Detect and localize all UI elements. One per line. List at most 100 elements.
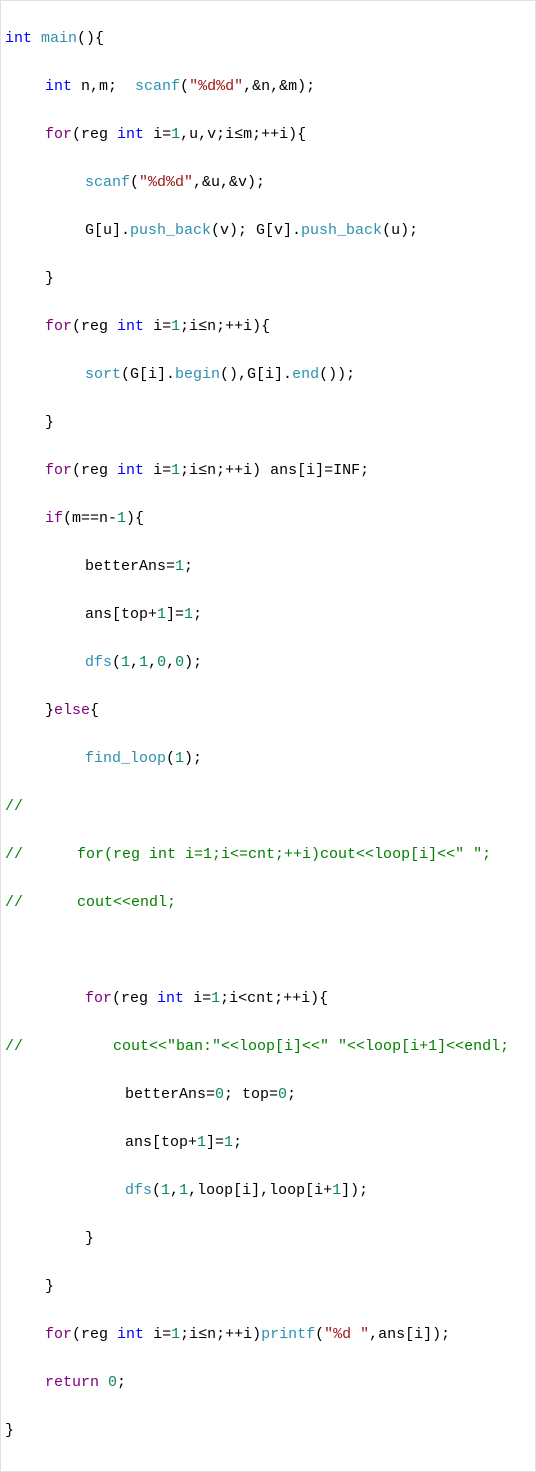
method-pushback: push_back (130, 222, 211, 239)
code-line: } (5, 1275, 531, 1299)
func-scanf: scanf (85, 174, 130, 191)
text: (u); (382, 222, 418, 239)
brace: } (45, 270, 54, 287)
number: 1 (121, 654, 130, 671)
text: betterAns= (125, 1086, 215, 1103)
method-end: end (292, 366, 319, 383)
text (99, 1374, 108, 1391)
text: (),G[i]. (220, 366, 292, 383)
text: ( (130, 174, 139, 191)
keyword-int: int (117, 126, 144, 143)
text: , (170, 1182, 179, 1199)
number: 1 (171, 126, 180, 143)
keyword-int: int (117, 318, 144, 335)
number: 1 (171, 462, 180, 479)
text: ,&u,&v); (193, 174, 265, 191)
text: , (130, 654, 139, 671)
code-line: sort(G[i].begin(),G[i].end()); (5, 363, 531, 387)
text: reg (121, 990, 157, 1007)
text: ; (184, 558, 193, 575)
brace: } (85, 1230, 94, 1247)
text: ;i≤n;++i){ (180, 318, 270, 335)
text: ,ans[i]); (369, 1326, 450, 1343)
text: n,m; (72, 78, 126, 95)
func-findloop: find_loop (85, 750, 166, 767)
number: 1 (175, 558, 184, 575)
code-line: for(reg int i=1;i≤n;++i) ans[i]=INF; (5, 459, 531, 483)
keyword-int: int (5, 30, 32, 47)
brace: } (45, 702, 54, 719)
keyword-for: for (45, 126, 72, 143)
text: ( (180, 78, 189, 95)
number: 0 (175, 654, 184, 671)
code-line: if(m==n-1){ (5, 507, 531, 531)
func-printf: printf (261, 1326, 315, 1343)
method-begin: begin (175, 366, 220, 383)
code-line: betterAns=0; top=0; (5, 1083, 531, 1107)
text: i= (144, 1326, 171, 1343)
text: ( (112, 654, 121, 671)
code-line: dfs(1,1,loop[i],loop[i+1]); (5, 1179, 531, 1203)
text: ); (184, 750, 202, 767)
brace: } (45, 1278, 54, 1295)
keyword-return: return (45, 1374, 99, 1391)
number: 1 (211, 990, 220, 1007)
code-line: betterAns=1; (5, 555, 531, 579)
text: (v); G[v]. (211, 222, 301, 239)
number: 0 (215, 1086, 224, 1103)
number: 1 (179, 1182, 188, 1199)
text: ,loop[i],loop[i+ (188, 1182, 332, 1199)
func-dfs: dfs (85, 654, 112, 671)
number: 1 (157, 606, 166, 623)
code-line-comment: // (5, 795, 531, 819)
code-line: for(reg int i=1;i≤n;++i)printf("%d ",ans… (5, 1323, 531, 1347)
text: betterAns= (85, 558, 175, 575)
code-line: ans[top+1]=1; (5, 603, 531, 627)
keyword-int: int (157, 990, 184, 1007)
keyword-for: for (45, 318, 72, 335)
text: ; top= (224, 1086, 278, 1103)
text: ); (184, 654, 202, 671)
text: , (166, 654, 175, 671)
number: 1 (197, 1134, 206, 1151)
string-literal: "%d " (324, 1326, 369, 1343)
code-line: int main(){ (5, 27, 531, 51)
func-sort: sort (85, 366, 121, 383)
code-line-comment: // cout<<"ban:"<<loop[i]<<" "<<loop[i+1]… (5, 1035, 531, 1059)
text: ( (166, 750, 175, 767)
keyword-else: else (54, 702, 90, 719)
keyword-for: for (85, 990, 112, 1007)
text: ]); (341, 1182, 368, 1199)
comment: // cout<<"ban:"<<loop[i]<<" "<<loop[i+1]… (5, 1038, 509, 1055)
keyword-for: for (45, 1326, 72, 1343)
number: 1 (161, 1182, 170, 1199)
text: reg (81, 318, 117, 335)
brace: { (90, 702, 99, 719)
text: ( (72, 1326, 81, 1343)
text: ; (117, 1374, 126, 1391)
code-line: } (5, 267, 531, 291)
number: 0 (108, 1374, 117, 1391)
code-line-blank (5, 939, 531, 963)
code-line: } (5, 411, 531, 435)
code-line-comment: // cout<<endl; (5, 891, 531, 915)
number: 1 (224, 1134, 233, 1151)
text: ;i<cnt;++i){ (220, 990, 328, 1007)
method-pushback: push_back (301, 222, 382, 239)
text: i= (144, 126, 171, 143)
code-line: } (5, 1227, 531, 1251)
code-line: int n,m; scanf("%d%d",&n,&m); (5, 75, 531, 99)
comment: // for(reg int i=1;i<=cnt;++i)cout<<loop… (5, 846, 491, 863)
text: ( (152, 1182, 161, 1199)
number: 1 (117, 510, 126, 527)
text: reg (81, 1326, 117, 1343)
text: ; (193, 606, 202, 623)
text: ( (72, 126, 81, 143)
brace: } (5, 1422, 14, 1439)
text: ;i≤n;++i) (180, 1326, 261, 1343)
code-line: scanf("%d%d",&u,&v); (5, 171, 531, 195)
text: ans[top+ (125, 1134, 197, 1151)
text: ( (72, 318, 81, 335)
code-line: for(reg int i=1;i≤n;++i){ (5, 315, 531, 339)
number: 1 (332, 1182, 341, 1199)
